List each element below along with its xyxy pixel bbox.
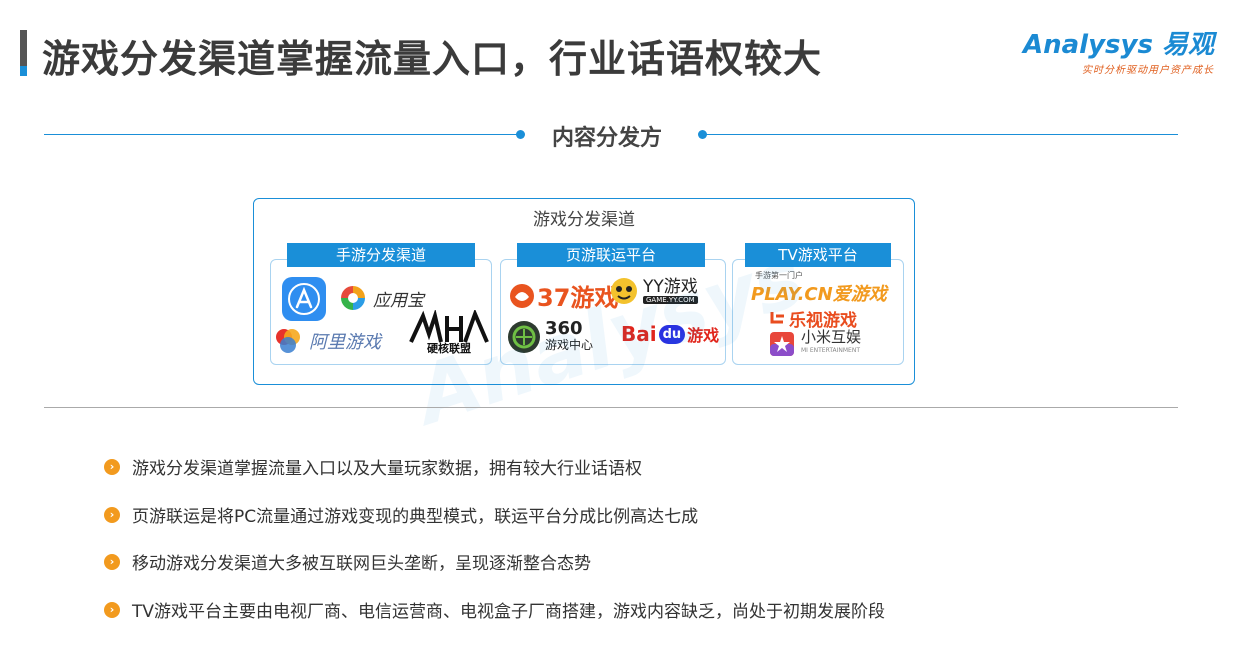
section-dot-left [516,130,525,139]
yy-games-logo: YY游戏 GAME.YY.COM [609,276,698,306]
yinghe-alliance-icon [409,310,489,343]
bullet-item: › 游戏分发渠道掌握流量入口以及大量玩家数据，拥有较大行业话语权 [104,454,642,479]
page-title: 游戏分发渠道掌握流量入口，行业话语权较大 [42,37,823,81]
ali-games-icon [276,329,300,353]
baidu-label-bai: Bai [621,322,657,346]
bullet-text: 页游联运是将PC流量通过游戏变现的典型模式，联运平台分成比例高达七成 [132,507,699,527]
brand-logo: Analysys 易观 实时分析驱动用户资产成长 [1023,24,1214,76]
mi-entertainment-label: 小米互娱 [801,328,862,346]
bullet-text: 移动游戏分发渠道大多被互联网巨头垄断，呈现逐渐整合态势 [132,554,591,574]
brand-name: Analysys 易观 [1023,30,1214,60]
brand-slogan: 实时分析驱动用户资产成长 [1082,65,1214,76]
letv-icon [770,311,784,323]
chevron-right-icon: › [104,506,120,523]
chevron-right-icon: › [104,553,120,570]
divider [44,407,1178,408]
chevron-right-icon: › [104,601,120,618]
group-tv-platforms: TV游戏平台 手游第一门户 PLAY.CN爱游戏 乐视游戏 小米互娱 MI EN… [732,243,904,365]
yinghe-alliance-logo: 硬核联盟 [409,310,489,356]
mi-entertainment-logo: 小米互娱 MI ENTERTAINMENT [769,330,861,358]
360-game-center-logo: 360 游戏中心 [507,320,593,354]
title-accent-bar [20,30,27,76]
baidu-games-logo: Bai du 游戏 [621,322,719,346]
bullet-item: › 页游联运是将PC流量通过游戏变现的典型模式，联运平台分成比例高达七成 [104,502,698,527]
group-label: 手游分发渠道 [287,243,475,267]
group-webgame-platforms: 页游联运平台 37游戏 YY游戏 GAME.YY.COM 360 游戏中心 Ba… [500,243,726,365]
group-label: TV游戏平台 [745,243,891,267]
360-game-center-label: 游戏中心 [545,338,594,352]
app-store-icon [282,277,326,321]
section-line-left [44,134,518,135]
yy-mascot-icon [611,278,637,304]
yy-games-url: GAME.YY.COM [643,296,698,304]
yingyongbao-logo: 应用宝 [339,284,424,312]
app-store-logo [281,276,327,322]
360-icon [508,321,540,353]
bullet-text: TV游戏平台主要由电视厂商、电信运营商、电视盒子厂商搭建，游戏内容缺乏，尚处于初… [132,602,886,622]
yinghe-alliance-label: 硬核联盟 [427,342,471,355]
ali-games-label: 阿里游戏 [309,332,381,353]
channels-title: 游戏分发渠道 [533,210,635,230]
bullet-text: 游戏分发渠道掌握流量入口以及大量玩家数据，拥有较大行业话语权 [132,459,642,479]
yy-games-label: YY游戏 [643,277,698,297]
mi-star-icon [770,332,794,356]
mi-entertainment-sub: MI ENTERTAINMENT [801,347,861,354]
37-games-logo: 37游戏 [509,278,618,313]
ali-games-logo: 阿里游戏 [273,326,381,356]
bullet-item: › 移动游戏分发渠道大多被互联网巨头垄断，呈现逐渐整合态势 [104,549,591,574]
yingyongbao-icon [341,286,365,310]
section-line-right [705,134,1178,135]
yingyongbao-label: 应用宝 [373,290,424,311]
section-title: 内容分发方 [552,126,663,151]
37-games-icon [510,283,534,308]
bullet-item: › TV游戏平台主要由电视厂商、电信运营商、电视盒子厂商搭建，游戏内容缺乏，尚处… [104,597,885,622]
baidu-paw-icon: du [658,324,686,344]
group-mobile-channels: 手游分发渠道 应用宝 阿里游戏 硬核联盟 [270,243,492,365]
channels-box: 游戏分发渠道 手游分发渠道 应用宝 阿里游戏 硬核联盟 页游联运平台 37游戏 … [253,198,915,385]
group-label: 页游联运平台 [517,243,705,267]
360-label: 360 [545,318,583,339]
play-cn-logo: PLAY.CN爱游戏 [751,284,887,305]
chevron-right-icon: › [104,458,120,475]
37-games-label: 37游戏 [537,284,619,312]
baidu-games-label: 游戏 [687,326,720,345]
